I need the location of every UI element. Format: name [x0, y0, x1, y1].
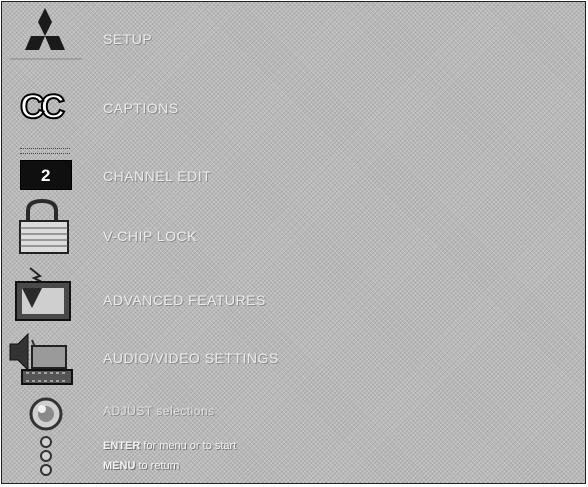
menu-item-advanced-features[interactable]: ADVANCED FEATURES — [103, 292, 266, 308]
menu-item-v-chip-lock[interactable]: V-CHIP LOCK — [103, 228, 197, 244]
enter-key-label: ENTER — [103, 440, 141, 452]
menu-hint: MENU to return — [103, 460, 179, 472]
enter-hint-text: for menu or to start — [140, 440, 237, 452]
audio-video-icon — [9, 332, 73, 385]
menu-icon-column: CC 2 — [2, 2, 92, 483]
button-dots-icon — [40, 436, 52, 476]
channel-2-icon: 2 — [2, 147, 92, 190]
cc-glyph: CC — [20, 88, 65, 126]
mitsubishi-logo-icon — [10, 8, 82, 60]
tv-menu-screen: CC 2 SETUP CAPTIONS CHANNEL EDIT V-CHIP … — [1, 1, 586, 484]
adjust-knob-icon — [29, 397, 63, 431]
advanced-features-icon — [15, 267, 71, 321]
adjust-label: ADJUST selections — [103, 404, 215, 418]
menu-item-setup[interactable]: SETUP — [103, 31, 152, 47]
menu-item-channel-edit[interactable]: CHANNEL EDIT — [103, 168, 211, 184]
menu-hint-text: to return — [135, 460, 180, 472]
menu-item-audio-video-settings[interactable]: AUDIO/VIDEO SETTINGS — [103, 350, 279, 366]
enter-hint: ENTER for menu or to start — [103, 440, 236, 452]
padlock-icon — [19, 198, 69, 254]
menu-item-captions[interactable]: CAPTIONS — [103, 100, 179, 116]
channel-number: 2 — [41, 166, 51, 185]
menu-key-label: MENU — [103, 460, 136, 472]
cc-icon: CC — [19, 87, 70, 127]
